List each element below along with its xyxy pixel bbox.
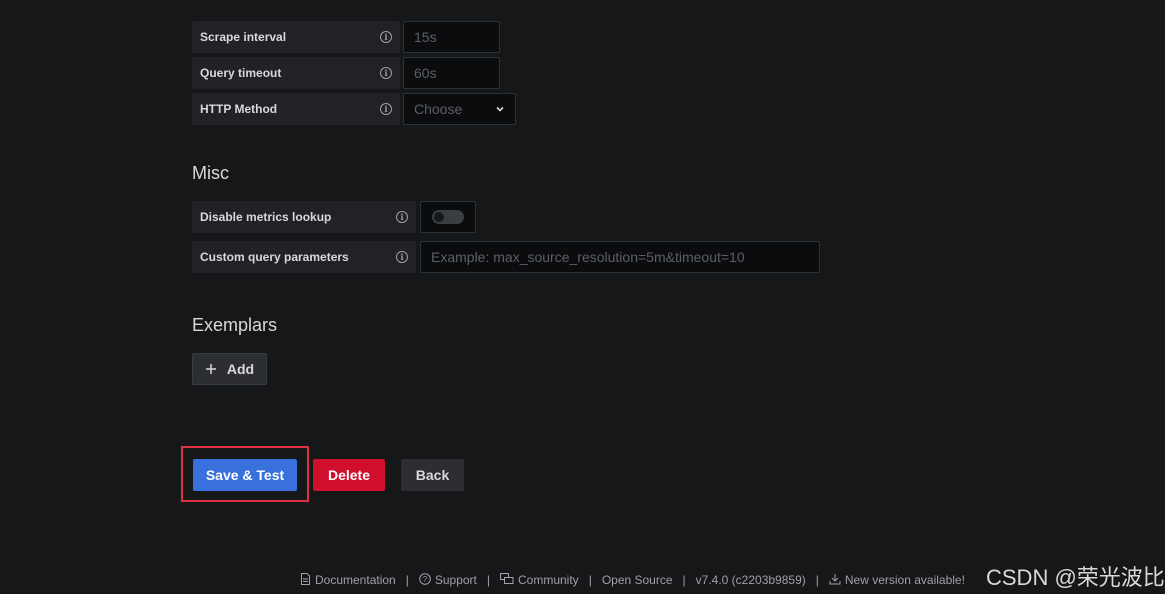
info-icon[interactable]: i bbox=[396, 211, 408, 223]
info-icon[interactable]: i bbox=[380, 67, 392, 79]
comments-icon bbox=[500, 572, 514, 588]
http-method-label-box: HTTP Method i bbox=[192, 93, 400, 125]
custom-query-parameters-label: Custom query parameters bbox=[200, 250, 349, 264]
info-icon[interactable]: i bbox=[396, 251, 408, 263]
delete-label: Delete bbox=[327, 467, 371, 483]
scrape-interval-placeholder: 15s bbox=[414, 29, 437, 45]
footer-separator: | bbox=[815, 573, 819, 587]
document-icon bbox=[300, 572, 311, 588]
add-exemplar-label: Add bbox=[226, 361, 255, 377]
footer-version: v7.4.0 (c2203b9859) bbox=[695, 573, 806, 587]
download-icon bbox=[829, 573, 841, 588]
http-method-label: HTTP Method bbox=[200, 102, 278, 116]
plus-icon bbox=[205, 364, 216, 374]
scrape-interval-label-box: Scrape interval i bbox=[192, 21, 400, 53]
footer-documentation-link[interactable]: Documentation bbox=[315, 573, 396, 587]
custom-query-parameters-input[interactable]: Example: max_source_resolution=5m&timeou… bbox=[420, 241, 820, 273]
footer-separator: | bbox=[405, 573, 409, 587]
footer-support-link[interactable]: Support bbox=[435, 573, 477, 587]
footer-separator: | bbox=[588, 573, 592, 587]
custom-query-parameters-label-box: Custom query parameters i bbox=[192, 241, 416, 273]
svg-text:?: ? bbox=[423, 575, 428, 584]
query-timeout-label: Query timeout bbox=[200, 66, 282, 80]
toggle-track bbox=[432, 210, 464, 224]
exemplars-section-title: Exemplars bbox=[192, 315, 278, 335]
footer-separator: | bbox=[486, 573, 490, 587]
info-icon[interactable]: i bbox=[380, 103, 392, 115]
query-timeout-placeholder: 60s bbox=[414, 65, 437, 81]
misc-section-title: Misc bbox=[192, 163, 229, 183]
footer: Documentation | ? Support | Community | … bbox=[300, 571, 965, 589]
watermark: CSDN @荣光波比 bbox=[986, 565, 1165, 590]
custom-query-parameters-placeholder: Example: max_source_resolution=5m&timeou… bbox=[431, 249, 745, 265]
scrape-interval-label: Scrape interval bbox=[200, 30, 287, 44]
footer-open-source-link[interactable]: Open Source bbox=[602, 573, 673, 587]
query-timeout-input[interactable]: 60s bbox=[403, 57, 500, 89]
http-method-select[interactable]: Choose bbox=[403, 93, 516, 125]
save-test-label: Save & Test bbox=[205, 467, 285, 483]
back-label: Back bbox=[415, 467, 450, 483]
disable-metrics-lookup-toggle[interactable] bbox=[420, 201, 476, 233]
footer-community-link[interactable]: Community bbox=[518, 573, 579, 587]
scrape-interval-input[interactable]: 15s bbox=[403, 21, 500, 53]
footer-new-version-link[interactable]: New version available! bbox=[845, 573, 965, 587]
add-exemplar-button[interactable]: Add bbox=[192, 353, 267, 385]
chevron-down-icon bbox=[496, 106, 504, 112]
http-method-value: Choose bbox=[414, 101, 463, 117]
delete-button[interactable]: Delete bbox=[313, 459, 385, 491]
info-icon[interactable]: i bbox=[380, 31, 392, 43]
question-circle-icon: ? bbox=[419, 572, 431, 588]
disable-metrics-lookup-label-box: Disable metrics lookup i bbox=[192, 201, 416, 233]
disable-metrics-lookup-label: Disable metrics lookup bbox=[200, 210, 332, 224]
back-button[interactable]: Back bbox=[401, 459, 464, 491]
footer-separator: | bbox=[682, 573, 686, 587]
save-test-button[interactable]: Save & Test bbox=[193, 459, 297, 491]
toggle-knob bbox=[434, 212, 444, 222]
query-timeout-label-box: Query timeout i bbox=[192, 57, 400, 89]
